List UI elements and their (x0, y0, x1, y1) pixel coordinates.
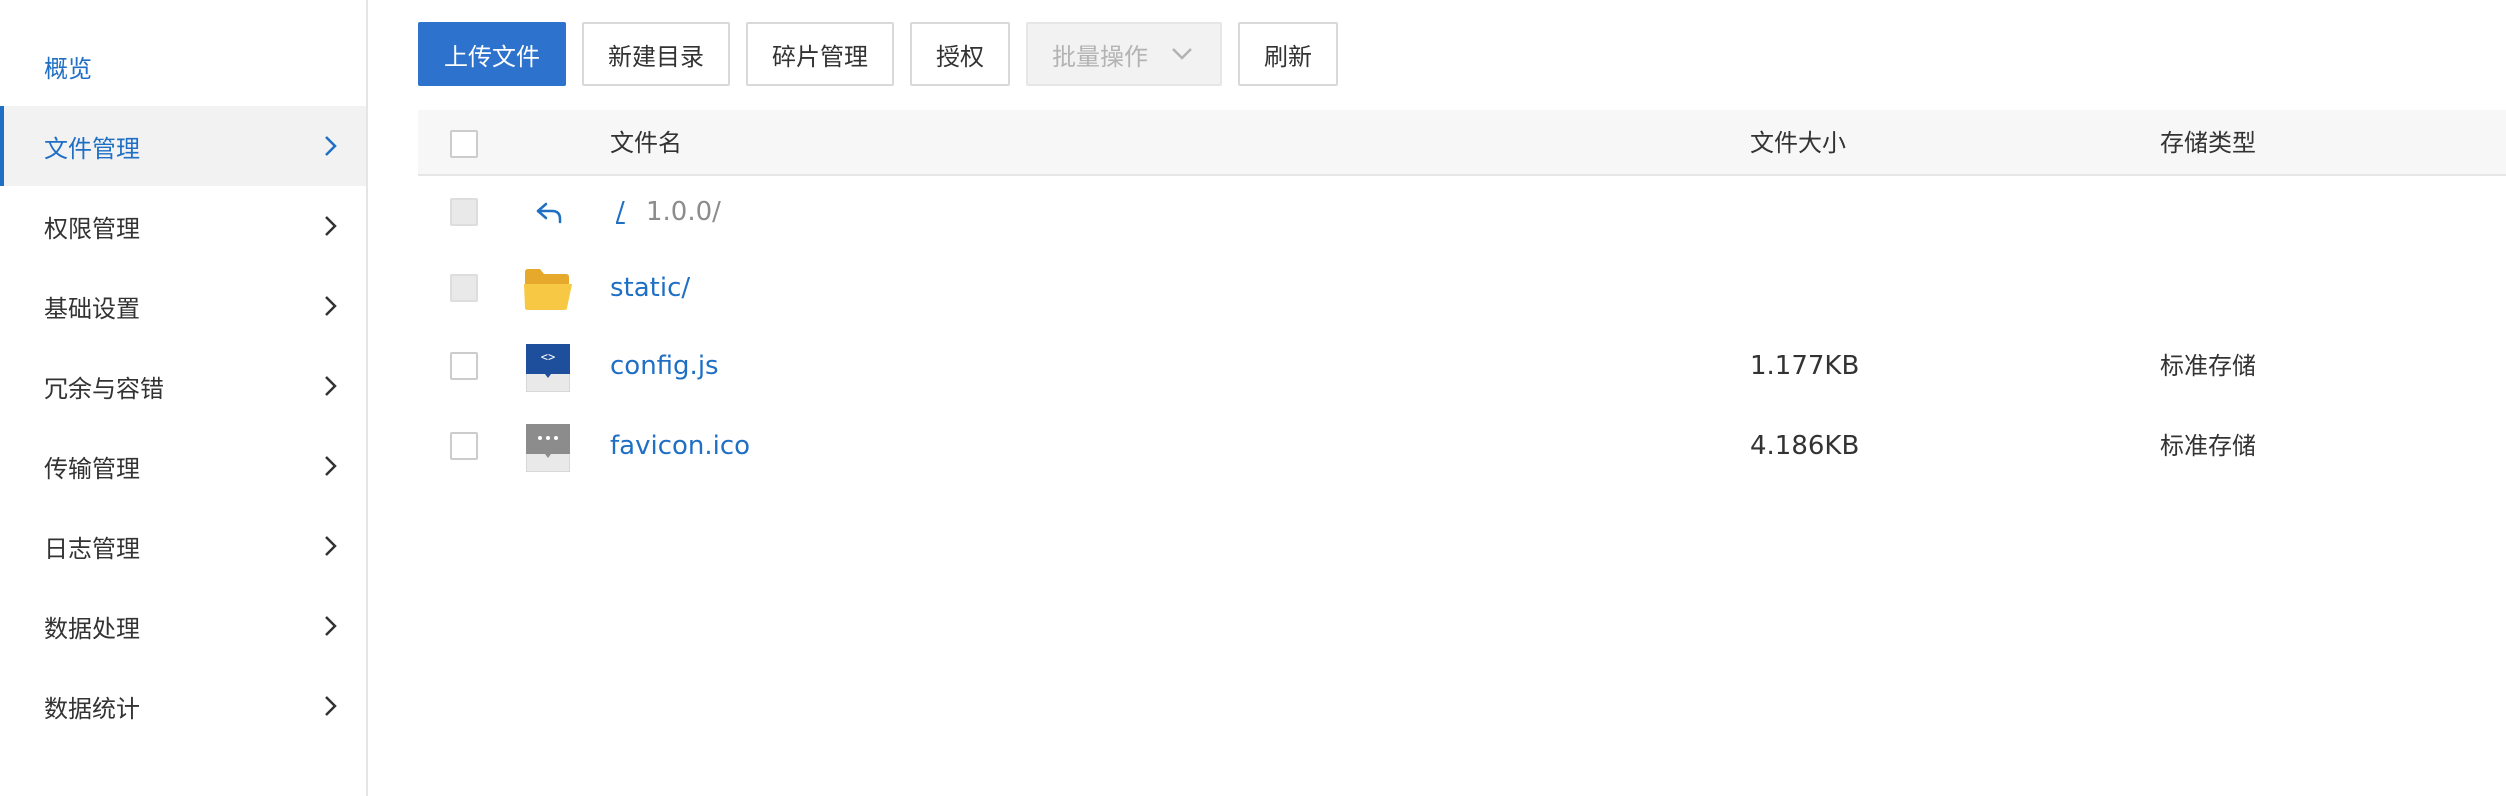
row-checkbox[interactable] (450, 432, 478, 460)
sidebar-item-label: 基础设置 (44, 294, 140, 323)
sidebar-item-label: 概览 (44, 54, 92, 83)
file-name-link[interactable]: favicon.ico (610, 406, 750, 486)
breadcrumb-current-path: 1.0.0/ (646, 197, 721, 227)
column-header-name: 文件名 (610, 129, 682, 157)
file-size: 1.177KB (1750, 351, 1860, 381)
row-checkbox[interactable] (450, 352, 478, 380)
storage-type: 标准存储 (2160, 432, 2256, 460)
sidebar-item-data-statistics[interactable]: 数据统计 (0, 666, 366, 746)
sidebar-item-file-management[interactable]: 文件管理 (0, 106, 366, 186)
authorize-button[interactable]: 授权 (910, 22, 1010, 86)
column-header-storage: 存储类型 (2160, 129, 2256, 157)
column-header-size: 文件大小 (1750, 129, 1846, 157)
table-row: static/ (418, 248, 2506, 328)
sidebar-item-log-management[interactable]: 日志管理 (0, 506, 366, 586)
sidebar-item-label: 权限管理 (44, 214, 140, 243)
chevron-right-icon (325, 136, 337, 156)
sidebar-item-redundancy[interactable]: 冗余与容错 (0, 346, 366, 426)
sidebar-item-basic-settings[interactable]: 基础设置 (0, 266, 366, 346)
sidebar-item-transfer-management[interactable]: 传输管理 (0, 426, 366, 506)
file-name-link[interactable]: config.js (610, 326, 719, 406)
file-name-link[interactable]: static/ (610, 248, 690, 328)
table-row-back: / 1.0.0/ (418, 172, 2506, 252)
chevron-right-icon (325, 536, 337, 556)
file-size: 4.186KB (1750, 431, 1860, 461)
breadcrumb-root-link[interactable]: / (616, 172, 625, 252)
sidebar-item-label: 传输管理 (44, 454, 140, 483)
sidebar: 概览 文件管理 权限管理 基础设置 冗余与容错 传输管理 日志管理 数据处理 数… (0, 0, 368, 796)
code-file-icon: <> (526, 344, 570, 392)
fragment-management-button[interactable]: 碎片管理 (746, 22, 894, 86)
chevron-right-icon (325, 216, 337, 236)
chevron-right-icon (325, 456, 337, 476)
sidebar-item-label: 数据统计 (44, 694, 140, 723)
sidebar-item-label: 数据处理 (44, 614, 140, 643)
sidebar-item-label: 文件管理 (44, 134, 140, 163)
select-all-checkbox[interactable] (450, 130, 478, 158)
sidebar-item-data-processing[interactable]: 数据处理 (0, 586, 366, 666)
folder-icon (524, 269, 572, 310)
table-row: favicon.ico 4.186KB 标准存储 (418, 406, 2506, 486)
batch-operation-dropdown[interactable]: 批量操作 (1026, 22, 1222, 86)
sidebar-item-label: 冗余与容错 (44, 374, 164, 403)
chevron-right-icon (325, 296, 337, 316)
sidebar-item-overview[interactable]: 概览 (0, 26, 366, 106)
chevron-right-icon (325, 616, 337, 636)
back-arrow-icon[interactable] (534, 198, 566, 226)
svg-text:<>: <> (541, 350, 555, 364)
storage-type: 标准存储 (2160, 352, 2256, 380)
chevron-right-icon (325, 696, 337, 716)
row-checkbox (450, 198, 478, 226)
table-header: 文件名 文件大小 存储类型 (418, 110, 2506, 176)
chevron-right-icon (325, 376, 337, 396)
new-directory-button[interactable]: 新建目录 (582, 22, 730, 86)
sidebar-item-permission-management[interactable]: 权限管理 (0, 186, 366, 266)
batch-operation-label: 批量操作 (1052, 42, 1148, 71)
generic-file-icon (526, 424, 570, 472)
sidebar-item-label: 日志管理 (44, 534, 140, 563)
refresh-button[interactable]: 刷新 (1238, 22, 1338, 86)
upload-file-button[interactable]: 上传文件 (418, 22, 566, 86)
chevron-down-icon (1172, 48, 1192, 60)
table-row: <> config.js 1.177KB 标准存储 (418, 326, 2506, 406)
row-checkbox (450, 274, 478, 302)
